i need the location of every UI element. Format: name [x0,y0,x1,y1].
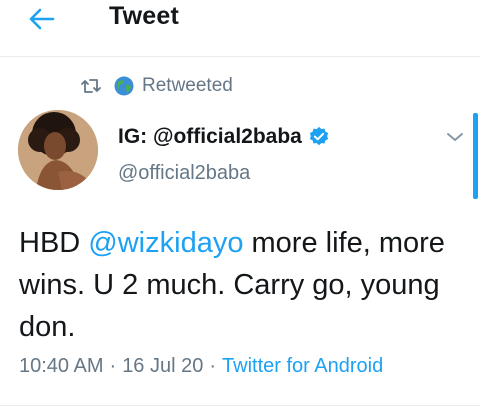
retweet-icon [81,79,101,93]
tweet-source-link[interactable]: Twitter for Android [222,355,383,378]
avatar[interactable] [18,110,98,190]
avatar-image [18,110,98,190]
separator-dot: · [209,355,217,377]
retweet-context: Retweeted [80,74,233,98]
scrollbar[interactable] [473,113,478,199]
author-handle[interactable]: @official2baba [118,162,250,185]
more-options-button[interactable] [442,126,468,148]
retweeted-label: Retweeted [142,75,233,96]
chevron-down-icon [447,133,463,141]
author-name[interactable]: IG: @official2baba [118,125,330,149]
tweet-date: 16 Jul 20 [122,355,204,377]
globe-icon [114,76,134,96]
tweet-text: HBD @wizkidayo more life, more wins. U 2… [19,222,459,348]
verified-badge-icon [309,126,329,146]
tweet-metadata: 10:40 AM · 16 Jul 20 · Twitter for Andro… [19,355,383,378]
arrow-left-icon [29,8,55,30]
tweet-text-start: HBD [19,227,89,259]
back-button[interactable] [24,4,60,34]
page-title: Tweet [109,2,179,30]
separator-dot: · [109,355,117,377]
display-name: IG: @official2baba [118,125,302,148]
tweet-time: 10:40 AM [19,355,104,377]
divider [0,405,480,406]
mention-link[interactable]: @wizkidayo [88,227,243,259]
top-bar: Tweet [0,0,480,57]
